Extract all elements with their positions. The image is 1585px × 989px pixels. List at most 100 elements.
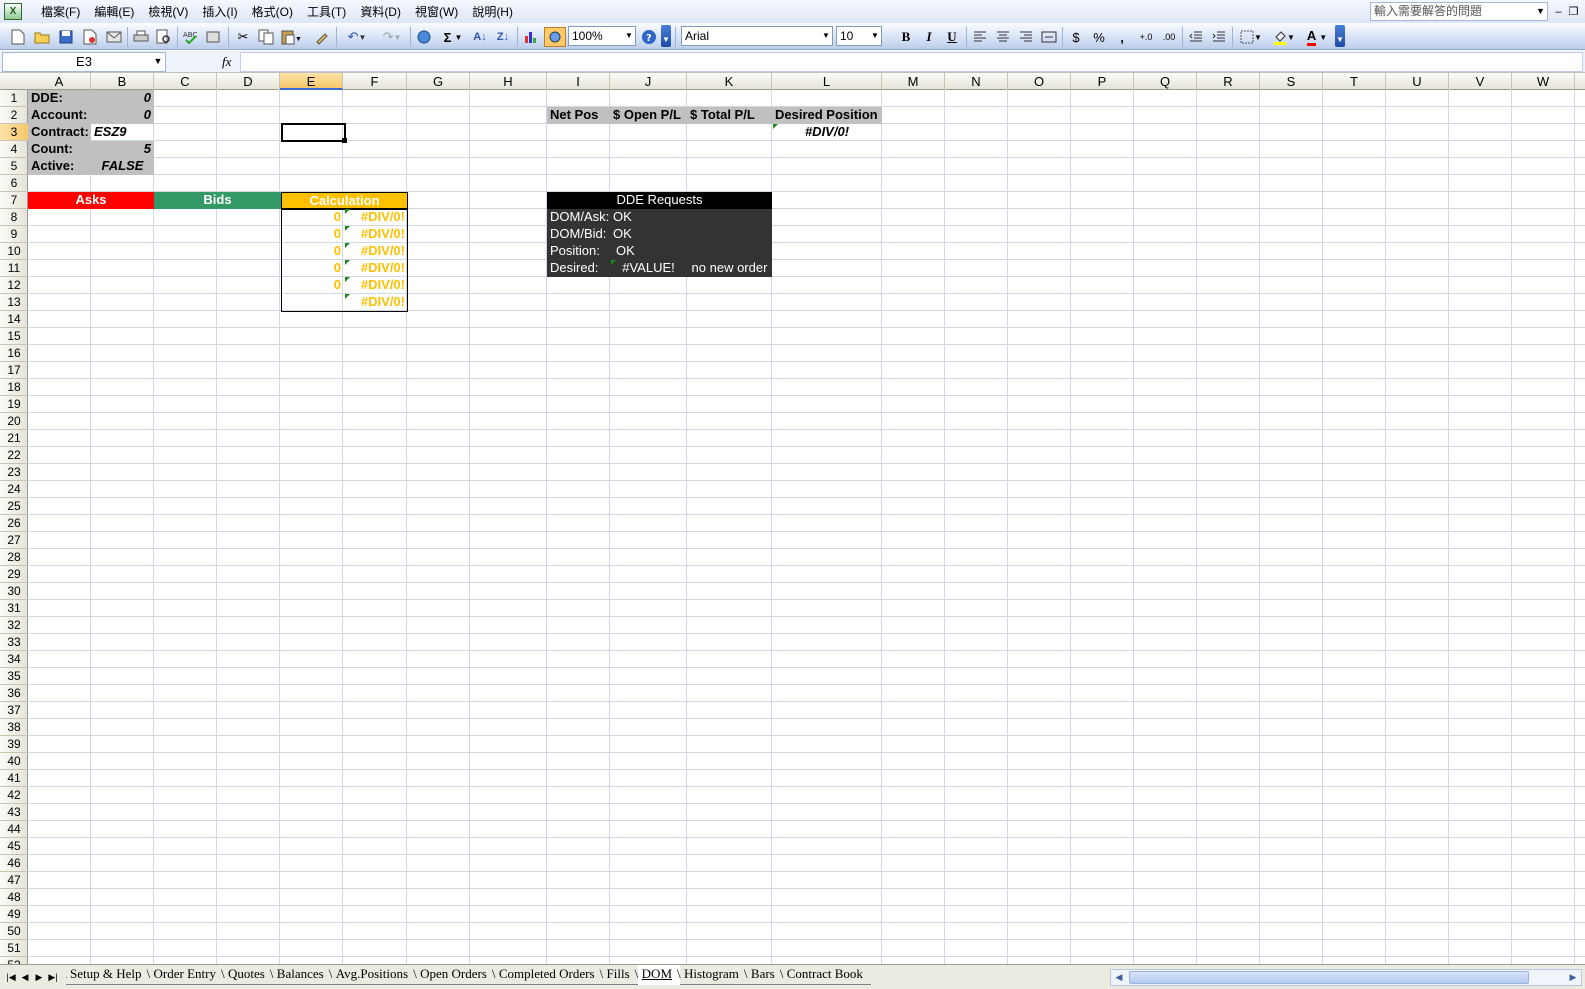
column-header-j[interactable]: J (610, 73, 687, 90)
row-header[interactable]: 33 (0, 634, 28, 651)
dde-row-label[interactable]: DOM/Ask: (547, 209, 610, 226)
cell-e13[interactable] (281, 294, 344, 311)
font-name-combo[interactable]: Arial ▼ (681, 26, 833, 46)
cell-a3[interactable]: Contract: (28, 124, 91, 141)
sheet-tab[interactable]: Setup & Help (66, 965, 150, 985)
net-pos-header[interactable]: Net Pos (547, 107, 610, 124)
active-cell-selection[interactable] (281, 123, 346, 142)
cell-e8[interactable]: 0 (281, 209, 344, 226)
sheet-tab[interactable]: Balances (270, 965, 332, 985)
column-header-w[interactable]: W (1512, 73, 1575, 90)
row-header[interactable]: 38 (0, 719, 28, 736)
next-sheet-icon[interactable]: ▶ (32, 969, 46, 985)
row-header[interactable]: 50 (0, 923, 28, 940)
row-header[interactable]: 32 (0, 617, 28, 634)
row-header[interactable]: 24 (0, 481, 28, 498)
dde-row-extra[interactable]: no new order (687, 260, 772, 277)
cell-e11[interactable]: 0 (281, 260, 344, 277)
help-dropdown-arrow-icon[interactable]: ▼ (1534, 3, 1547, 20)
column-header-c[interactable]: C (154, 73, 217, 90)
save-icon[interactable] (56, 27, 76, 47)
row-header[interactable]: 41 (0, 770, 28, 787)
asks-header[interactable]: Asks (28, 192, 154, 209)
italic-button[interactable]: I (919, 27, 939, 47)
name-box[interactable]: E3 (2, 52, 166, 72)
cell-e12[interactable]: 0 (281, 277, 344, 294)
column-header-e[interactable]: E (280, 73, 343, 90)
row-header[interactable]: 39 (0, 736, 28, 753)
percent-button[interactable]: % (1089, 27, 1109, 47)
comma-button[interactable]: , (1112, 27, 1132, 47)
column-header-t[interactable]: T (1323, 73, 1386, 90)
minimize-icon[interactable]: – (1556, 6, 1562, 18)
row-header[interactable]: 35 (0, 668, 28, 685)
scrollbar-thumb[interactable] (1129, 971, 1529, 984)
bids-header[interactable]: Bids (154, 192, 281, 209)
row-header[interactable]: 15 (0, 328, 28, 345)
cell-f10[interactable]: #DIV/0! (344, 243, 408, 260)
cell-e10[interactable]: 0 (281, 243, 344, 260)
help-icon[interactable]: ? (639, 27, 659, 47)
menu-window[interactable]: 視窗(W) (408, 2, 465, 22)
row-header[interactable]: 16 (0, 345, 28, 362)
cell-b5[interactable]: FALSE (91, 158, 154, 175)
column-header-i[interactable]: I (547, 73, 610, 90)
decrease-decimal-icon[interactable]: .00 (1158, 27, 1180, 47)
row-header[interactable]: 30 (0, 583, 28, 600)
row-header[interactable]: 28 (0, 549, 28, 566)
column-header-n[interactable]: N (945, 73, 1008, 90)
row-header[interactable]: 29 (0, 566, 28, 583)
cell-a4[interactable]: Count: (28, 141, 91, 158)
chevron-down-icon[interactable]: ▼ (820, 27, 832, 45)
total-pl-header[interactable]: $ Total P/L (687, 107, 772, 124)
chart-wizard-icon[interactable] (521, 27, 541, 47)
row-header[interactable]: 25 (0, 498, 28, 515)
row-header[interactable]: 26 (0, 515, 28, 532)
column-header-q[interactable]: Q (1134, 73, 1197, 90)
last-sheet-icon[interactable]: ▶| (46, 969, 60, 985)
column-header-l[interactable]: L (772, 73, 882, 90)
row-header[interactable]: 34 (0, 651, 28, 668)
column-header-v[interactable]: V (1449, 73, 1512, 90)
toolbar-options-handle[interactable]: ▼ (661, 25, 671, 47)
cut-icon[interactable]: ✂ (233, 27, 253, 47)
row-header[interactable]: 43 (0, 804, 28, 821)
row-header[interactable]: 14 (0, 311, 28, 328)
menu-help[interactable]: 說明(H) (465, 2, 520, 22)
underline-button[interactable]: U (942, 27, 962, 47)
research-icon[interactable] (204, 27, 224, 47)
chevron-down-icon[interactable]: ▼ (152, 53, 164, 70)
menu-edit[interactable]: 編輯(E) (87, 2, 141, 22)
merge-center-icon[interactable] (1039, 27, 1059, 47)
formula-input[interactable] (240, 52, 1583, 72)
column-header-h[interactable]: H (470, 73, 547, 90)
menu-insert[interactable]: 插入(I) (195, 2, 244, 22)
column-header-d[interactable]: D (217, 73, 280, 90)
hyperlink-icon[interactable] (414, 27, 434, 47)
row-header[interactable]: 45 (0, 838, 28, 855)
increase-decimal-icon[interactable]: +.0 (1135, 27, 1157, 47)
column-header-s[interactable]: S (1260, 73, 1323, 90)
dde-requests-title[interactable]: DDE Requests (547, 192, 772, 209)
fill-color-icon[interactable]: ▼ (1269, 27, 1299, 47)
increase-indent-icon[interactable] (1209, 27, 1229, 47)
cell-b3[interactable]: ESZ9 (91, 124, 154, 141)
formatting-options-handle[interactable]: ▼ (1335, 25, 1345, 47)
format-painter-icon[interactable] (312, 27, 332, 47)
row-header[interactable]: 44 (0, 821, 28, 838)
drawing-icon[interactable] (544, 27, 566, 47)
open-pl-header[interactable]: $ Open P/L (610, 107, 687, 124)
sheet-tab[interactable]: Avg.Positions (329, 965, 417, 985)
align-center-icon[interactable] (993, 27, 1013, 47)
row-header[interactable]: 11 (0, 260, 28, 277)
dde-row-label[interactable]: Position: (547, 243, 610, 260)
align-right-icon[interactable] (1016, 27, 1036, 47)
row-header[interactable]: 27 (0, 532, 28, 549)
row-header[interactable]: 4 (0, 141, 28, 158)
row-header[interactable]: 3 (0, 124, 28, 141)
dde-row-label[interactable]: Desired: (547, 260, 610, 277)
column-header-f[interactable]: F (343, 73, 407, 90)
decrease-indent-icon[interactable] (1186, 27, 1206, 47)
menu-view[interactable]: 檢視(V) (141, 2, 195, 22)
help-question-input[interactable]: 輸入需要解答的問題 (1370, 2, 1548, 21)
